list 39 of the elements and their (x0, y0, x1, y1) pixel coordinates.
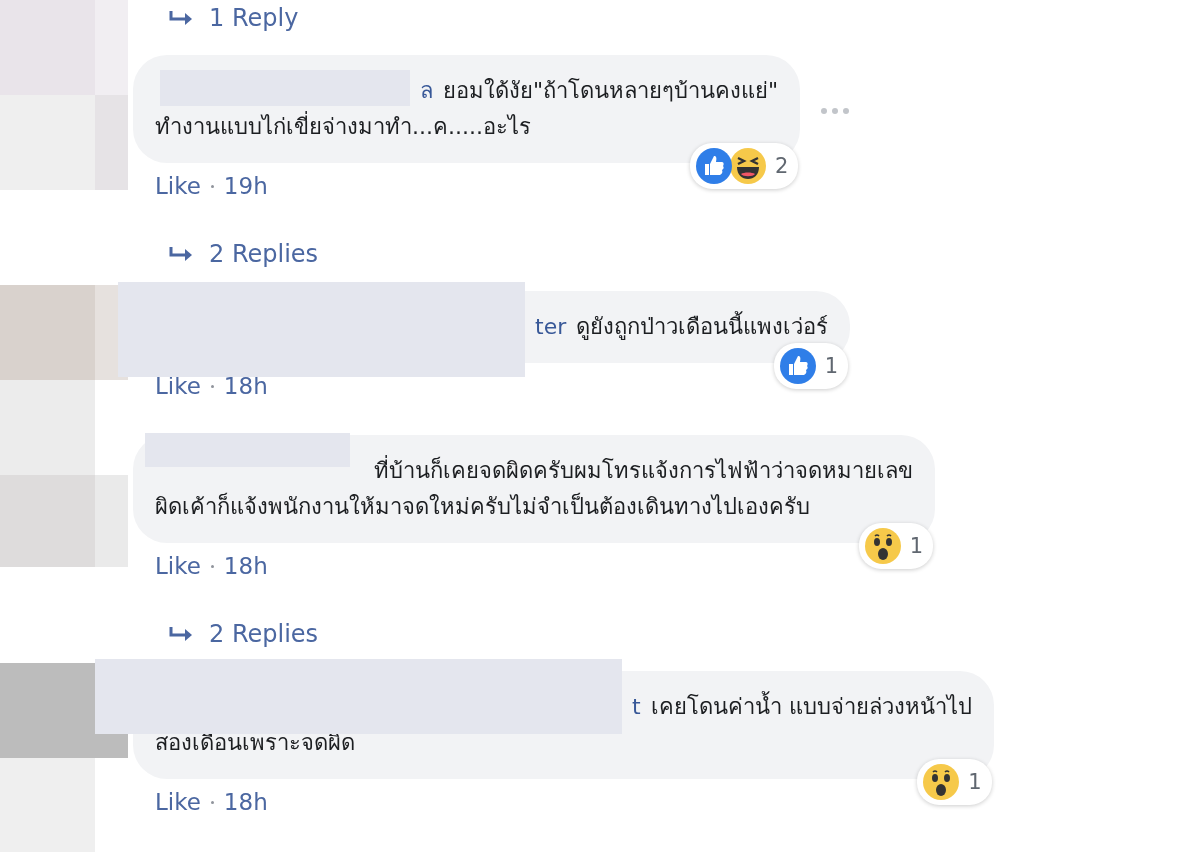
comment-time: 19h (223, 173, 268, 199)
reaction-summary[interactable]: 1 (917, 759, 992, 805)
like-link[interactable]: Like (155, 373, 201, 399)
surprised-face-icon (922, 763, 961, 801)
reaction-summary[interactable]: 1 (858, 523, 933, 569)
author-name[interactable]: ล (420, 73, 433, 109)
comment-text: ทำงานแบบไก่เขี่ยจ่างมาทำ...ค.....อะไร (155, 109, 531, 145)
separator-dot (210, 564, 214, 568)
reaction-count: 1 (824, 354, 839, 378)
more-options-icon[interactable] (820, 107, 851, 115)
comment-time: 18h (223, 553, 268, 579)
like-link[interactable]: Like (155, 553, 201, 579)
replies-link[interactable]: 2 Replies (209, 619, 319, 648)
laughing-face-icon (728, 147, 767, 185)
comment-text: ที่บ้านก็เคยจดผิดครับผมโทรแจ้งการไฟฟ้าว่าจดหมายเลข (374, 453, 913, 489)
reaction-count: 1 (968, 770, 982, 794)
like-link[interactable]: Like (155, 173, 201, 199)
replies-link[interactable]: 2 Replies (209, 239, 319, 268)
comment-text: เคยโดนค่าน้ำ แบบจ่ายล่วงหน้าไป (650, 689, 972, 725)
thumbs-up-icon (694, 147, 733, 185)
reaction-count: 1 (909, 534, 923, 558)
like-link[interactable]: Like (155, 789, 201, 815)
comment-time: 18h (223, 789, 268, 815)
comment-time: 18h (223, 373, 268, 399)
author-name[interactable]: ter (535, 309, 567, 345)
thumbs-up-icon (778, 347, 817, 385)
author-name[interactable]: t (632, 689, 641, 725)
reaction-summary[interactable]: 1 (773, 343, 849, 389)
separator-dot (210, 384, 214, 388)
separator-dot (210, 184, 214, 188)
comment-text: ดูยังถูกป่าวเดือนนี้แพงเว่อร์ (576, 309, 829, 345)
comment-text: ยอมใด้งัย"ถ้าโดนหลายๆบ้านคงแย่" (443, 77, 779, 105)
separator-dot (210, 800, 214, 804)
reaction-count: 2 (774, 154, 789, 178)
replies-link[interactable]: 1 Reply (209, 3, 299, 32)
surprised-face-icon (863, 527, 902, 565)
comment-text: ผิดเค้าก็แจ้งพนักงานให้มาจดใหม่ครับไม่จำเป็นต้องเดินทางไปเองครับ (155, 491, 810, 521)
reaction-summary[interactable]: 2 (689, 143, 799, 189)
comment-text: สองเดือนเพราะจดผิด (155, 729, 355, 757)
